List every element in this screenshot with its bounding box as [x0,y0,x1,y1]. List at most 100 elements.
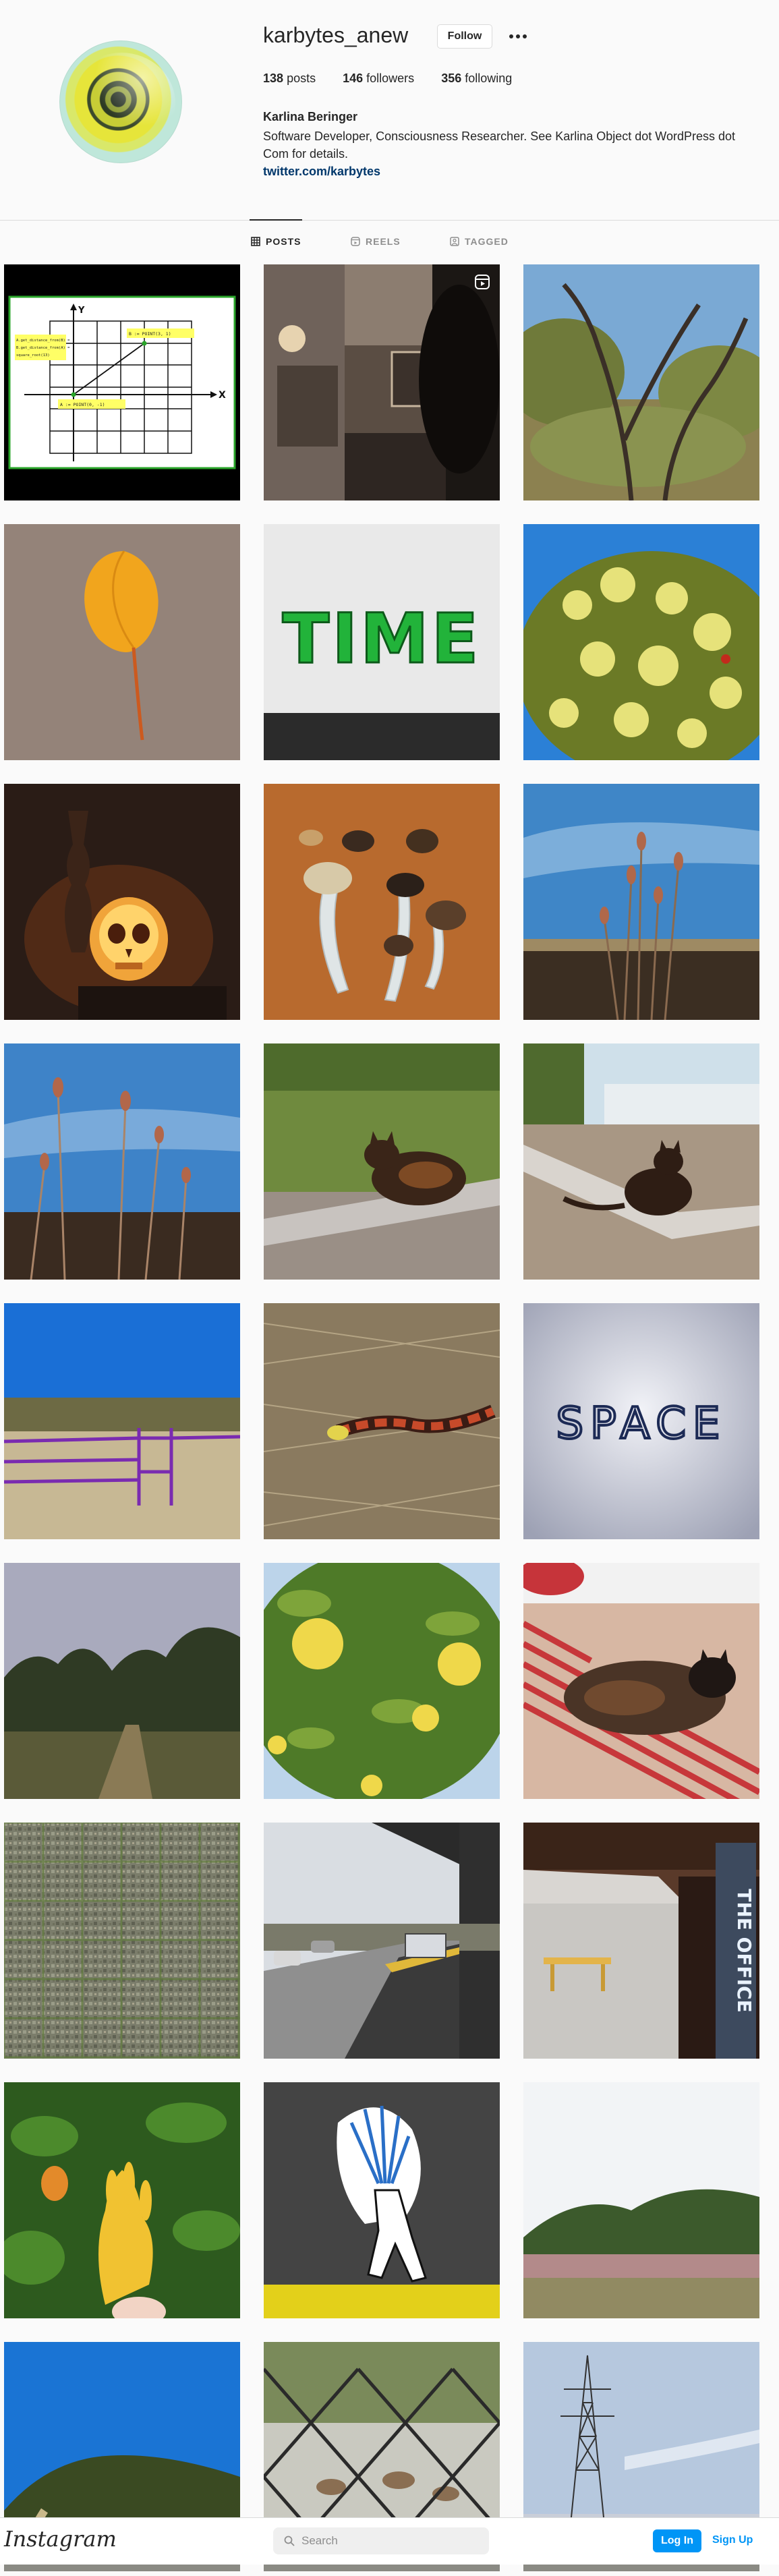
post-cat-on-cushions[interactable] [523,1563,759,1799]
tab-reels-label: REELS [366,236,401,247]
tag-icon [450,237,459,246]
post-office-building[interactable]: THE OFFICE [523,1823,759,2059]
followers-label: followers [366,71,415,85]
tabs-divider [0,220,779,221]
bottom-login-bar: Instagram Log In Sign Up [0,2517,779,2565]
post-lemon-tree[interactable] [264,1563,500,1799]
oak-trees-image [523,264,759,500]
skull-lamp-image [4,784,240,1020]
peek-tile-2 [264,2565,500,2571]
post-cat-on-curb-2[interactable] [523,1043,759,1280]
post-yellow-leaf[interactable] [4,524,240,760]
train-platform-image [264,1823,500,2059]
snake-grass-image [264,1303,500,1539]
sticker-post-image [264,2082,500,2318]
tab-tagged[interactable]: TAGGED [450,235,509,248]
following-count: 356 [441,71,462,85]
next-row-peek [0,2565,779,2576]
active-tab-indicator [250,219,302,221]
post-yellow-flowers-bush[interactable] [523,524,759,760]
search-input[interactable] [301,2534,463,2548]
grid-icon [251,237,260,246]
tab-posts[interactable]: POSTS [251,235,301,248]
tab-tagged-label: TAGGED [465,236,509,247]
post-reel-dark-room[interactable] [264,264,500,500]
svg-text:B.get_distance_from(A) =: B.get_distance_from(A) = [16,346,70,350]
buddhas-hand-image [4,2082,240,2318]
peek-tile-1 [4,2565,240,2571]
reel-badge-icon [475,275,490,289]
svg-text:A.get_distance_from(B) =: A.get_distance_from(B) = [16,339,70,343]
teasel-sky-image-2 [4,1043,240,1280]
tab-posts-label: POSTS [266,236,301,247]
post-noise-pattern[interactable] [4,1823,240,2059]
post-train-platform[interactable] [264,1823,500,2059]
point-b-label: B := POINT(3, 1) [129,331,171,337]
post-skull-lamp[interactable] [4,784,240,1020]
post-dusk-trail[interactable] [4,1563,240,1799]
tab-reels[interactable]: REELS [351,235,401,248]
purple-gate-image [4,1303,240,1539]
posts-label: posts [287,71,316,85]
follow-button[interactable]: Follow [437,24,492,49]
x-axis-label: X [219,390,226,401]
signup-link[interactable]: Sign Up [712,2534,753,2546]
post-teasel-sky-1[interactable] [523,784,759,1020]
post-coordinate-diagram[interactable]: Y X A.get_distance_from(B) = B.get_dista… [4,264,240,500]
yellow-flowers-image [523,524,759,760]
search-box[interactable] [273,2527,489,2554]
office-sign-text: THE OFFICE [733,1889,755,2013]
post-purple-gate-hills[interactable] [4,1303,240,1539]
point-a-label: A := POINT(0, -1) [60,402,105,407]
mushrooms-image [264,784,500,1020]
lemon-tree-image [264,1563,500,1799]
reels-icon [351,237,360,246]
dark-room-image [264,264,500,500]
profile-bio: Software Developer, Consciousness Resear… [263,130,736,161]
instagram-logo[interactable]: Instagram [4,2526,117,2552]
time-word-image: TIME [264,524,500,760]
space-word-text: SPACE [556,1399,727,1449]
cat-cushions-image [523,1563,759,1799]
teasel-sky-image-1 [523,784,759,1020]
office-building-image: THE OFFICE [523,1823,759,2059]
post-sticker-on-post[interactable] [264,2082,500,2318]
post-space-word[interactable]: SPACE [523,1303,759,1539]
posts-count: 138 [263,71,284,85]
ellipsis-icon[interactable] [506,26,530,47]
coordinate-diagram-image: Y X A.get_distance_from(B) = B.get_dista… [4,264,240,500]
profile-website-link[interactable]: twitter.com/karbytes [263,165,380,179]
space-word-image: SPACE [523,1303,759,1539]
search-icon [284,2536,295,2546]
post-cat-on-curb-1[interactable] [264,1043,500,1280]
svg-text:square_root(13): square_root(13) [16,353,50,357]
login-button[interactable]: Log In [653,2529,701,2552]
cat-curb-image-2 [523,1043,759,1280]
post-mushrooms[interactable] [264,784,500,1020]
profile-full-name: Karlina Beringer [263,110,358,123]
post-oak-trees[interactable] [523,264,759,500]
instagram-profile-page: karbytes_anew Follow 138 posts 146 follo… [0,0,779,2576]
noise-pattern-image [4,1823,240,2059]
posts-stat: 138 posts [263,71,316,86]
post-time-word[interactable]: TIME [264,524,500,760]
followers-stat[interactable]: 146 followers [343,71,414,86]
post-snake-in-grass[interactable] [264,1303,500,1539]
profile-header: karbytes_anew Follow 138 posts 146 follo… [0,0,779,209]
y-axis-label: Y [78,306,85,316]
yellow-leaf-image [4,524,240,760]
following-label: following [465,71,513,85]
post-teasel-sky-2[interactable] [4,1043,240,1280]
profile-username: karbytes_anew [263,23,409,47]
hills-meadow-image [523,2082,759,2318]
time-word-text: TIME [283,599,482,679]
post-buddhas-hand-fruit[interactable] [4,2082,240,2318]
profile-avatar[interactable] [59,40,182,163]
cat-curb-image-1 [264,1043,500,1280]
profile-stats: 138 posts 146 followers 356 following [263,71,512,86]
dusk-trail-image [4,1563,240,1799]
followers-count: 146 [343,71,364,85]
peek-tile-3 [523,2565,759,2571]
following-stat[interactable]: 356 following [441,71,512,86]
post-hills-meadow[interactable] [523,2082,759,2318]
